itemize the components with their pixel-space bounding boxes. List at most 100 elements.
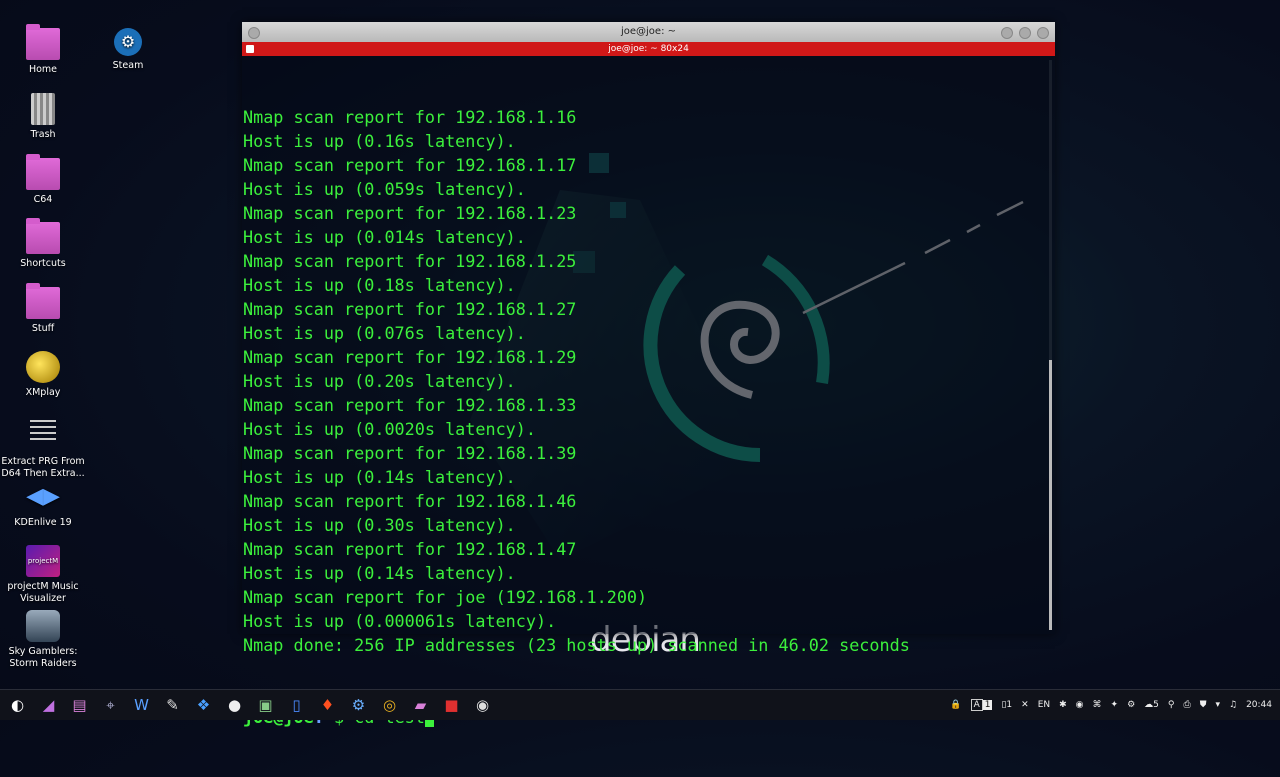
minimize-button[interactable] — [1001, 27, 1013, 39]
desktop-icon-label: C64 — [33, 194, 53, 205]
desktop-icon-shortcuts[interactable]: Shortcuts — [1, 218, 85, 270]
desktop-icon-label: Steam — [112, 60, 144, 71]
close-icon[interactable]: ✕ — [1021, 700, 1029, 710]
circle-icon[interactable]: ● — [221, 694, 248, 716]
terminal-line: Host is up (0.14s latency). — [243, 467, 516, 487]
terminal-icon[interactable]: ▣ — [252, 694, 279, 716]
maximize-button[interactable] — [1019, 27, 1031, 39]
kdenlive-icon[interactable]: ❖ — [190, 694, 217, 716]
word-icon[interactable]: W — [128, 694, 155, 716]
desktop-icon-extract-prg[interactable]: Extract PRG From D64 Then Extra... — [1, 416, 85, 480]
terminal-line: Nmap scan report for 192.168.1.29 — [243, 347, 577, 367]
folder-icon — [26, 283, 60, 319]
files-icon[interactable]: ▤ — [66, 694, 93, 716]
notes-icon[interactable]: ✎ — [159, 694, 186, 716]
terminal-scrollbar[interactable] — [1049, 60, 1052, 630]
trash-icon — [31, 93, 55, 125]
document-icon — [26, 420, 60, 452]
scrollbar-thumb[interactable] — [1049, 360, 1052, 630]
desktop-icon-projectm[interactable]: projectM projectM Music Visualizer — [1, 545, 85, 605]
music-icon[interactable]: ♫ — [1229, 700, 1237, 710]
obs-tray-icon[interactable]: ◉ — [1076, 700, 1084, 710]
terminal-line: Host is up (0.014s latency). — [243, 227, 526, 247]
desktop-icon-label: XMplay — [25, 387, 61, 398]
terminal-line: Nmap scan report for 192.168.1.33 — [243, 395, 577, 415]
terminal-line: Host is up (0.14s latency). — [243, 563, 516, 583]
terminal-line: Nmap scan report for 192.168.1.39 — [243, 443, 577, 463]
kdenlive-icon: ◀▶ — [26, 484, 60, 509]
desktop-icon-kdenlive[interactable]: ◀▶ KDEnlive 19 — [1, 481, 85, 529]
desktop-num-label: 1 — [982, 700, 993, 710]
start-icon[interactable]: ◐ — [4, 694, 31, 716]
desktop-icon-stuff[interactable]: Stuff — [1, 283, 85, 335]
taskbar-apps: ◐ ◢ ▤ ⌖ W ✎ ❖ ● ▣ ▯ ♦ ⚙ ◎ ▰ ■ ◉ — [0, 690, 496, 720]
desktop-icon-c64[interactable]: C64 — [1, 154, 85, 206]
virtual-desktop-a[interactable]: A1 — [970, 699, 993, 711]
terminal-output[interactable]: Nmap scan report for 192.168.1.16 Host is… — [242, 56, 1045, 727]
desktop-icon-label: Home — [28, 64, 58, 75]
window-menu-icon[interactable] — [248, 27, 260, 39]
terminal-tab-icon — [246, 45, 254, 53]
terminal-line: Host is up (0.18s latency). — [243, 275, 516, 295]
gamepad-tray-icon[interactable]: ⌘ — [1093, 700, 1102, 710]
terminal-line: Nmap scan report for joe (192.168.1.200) — [243, 587, 648, 607]
desktop-icon-label: KDEnlive 19 — [14, 517, 72, 528]
terminal-output-lines: Nmap scan report for 192.168.1.16 Host is… — [243, 105, 1045, 657]
usb-icon[interactable]: ⚲ — [1168, 700, 1175, 710]
window-titlebar[interactable]: joe@joe: ~ — [242, 22, 1055, 42]
network-icon[interactable]: ▾ — [1215, 700, 1220, 710]
printer-icon[interactable]: ⎙ — [1183, 700, 1190, 710]
chrome-icon[interactable]: ◎ — [376, 694, 403, 716]
language-indicator[interactable]: EN — [1038, 700, 1050, 710]
brave-icon[interactable]: ♦ — [314, 694, 341, 716]
desktop-icon-label: projectM Music Visualizer — [7, 581, 79, 604]
wifi-count: 5 — [1153, 700, 1159, 710]
clock[interactable]: 20:44 — [1246, 700, 1272, 710]
terminal-line: Host is up (0.059s latency). — [243, 179, 526, 199]
steam-tray-icon[interactable]: ⚙ — [1127, 700, 1135, 710]
desktop-icon-label: Shortcuts — [20, 258, 66, 269]
terminal-tab[interactable]: joe@joe: ~ 80x24 — [242, 42, 1055, 56]
terminal-line: Nmap scan report for 192.168.1.27 — [243, 299, 577, 319]
wifi-icon[interactable]: ☁5 — [1144, 700, 1159, 710]
terminal-line: Host is up (0.076s latency). — [243, 323, 526, 343]
lock-icon[interactable]: 🔒 — [950, 700, 961, 710]
steam-icon: ⚙ — [114, 28, 142, 56]
close-button[interactable] — [1037, 27, 1049, 39]
folder-icon — [26, 218, 60, 254]
desktop-icon-label: Stuff — [31, 323, 55, 334]
gamepad-icon[interactable]: ⌖ — [97, 694, 124, 716]
desktop-icon-label: Sky Gamblers: Storm Raiders — [8, 646, 78, 669]
sky-gamblers-icon — [26, 610, 60, 642]
terminal-window[interactable]: joe@joe: ~ joe@joe: ~ 80x24 Nmap scan re… — [242, 22, 1055, 727]
doc-icon[interactable]: ▯ — [283, 694, 310, 716]
terminal-line: Nmap scan report for 192.168.1.23 — [243, 203, 577, 223]
window-title: joe@joe: ~ — [620, 26, 677, 37]
screen-recorder-icon[interactable]: ■ — [438, 694, 465, 716]
desktop-icon-xmplay[interactable]: XMplay — [1, 351, 85, 399]
obs-icon[interactable]: ◉ — [469, 694, 496, 716]
desktop-icon-home[interactable]: Home — [1, 24, 85, 76]
folder-icon — [26, 154, 60, 190]
folder-icon[interactable]: ▰ — [407, 694, 434, 716]
desktop-icon-trash[interactable]: Trash — [1, 93, 85, 141]
xmplay-icon — [26, 351, 60, 383]
clipboard-count: 1 — [1006, 700, 1013, 710]
terminal-line: Nmap scan report for 192.168.1.46 — [243, 491, 577, 511]
terminal-line: Host is up (0.000061s latency). — [243, 611, 557, 631]
tray-app-icon[interactable]: ✦ — [1111, 700, 1119, 710]
settings-icon[interactable]: ✱ — [1059, 700, 1067, 710]
clipboard-icon[interactable]: ▯1 — [1001, 700, 1012, 710]
desktop-a-label: A — [970, 699, 983, 711]
terminal-line: Nmap scan report for 192.168.1.25 — [243, 251, 577, 271]
desktop-icon-steam[interactable]: ⚙ Steam — [86, 28, 170, 72]
desktop-icon-sky-gamblers[interactable]: Sky Gamblers: Storm Raiders — [1, 610, 85, 670]
shield-icon[interactable]: ⛊ — [1200, 700, 1207, 710]
terminal-tab-title: joe@joe: ~ 80x24 — [608, 44, 689, 54]
kde-icon[interactable]: ◢ — [35, 694, 62, 716]
terminal-line: Host is up (0.20s latency). — [243, 371, 516, 391]
terminal-line: Nmap scan report for 192.168.1.17 — [243, 155, 577, 175]
terminal-line: Host is up (0.16s latency). — [243, 131, 516, 151]
home-folder-icon — [26, 24, 60, 60]
steam-icon[interactable]: ⚙ — [345, 694, 372, 716]
